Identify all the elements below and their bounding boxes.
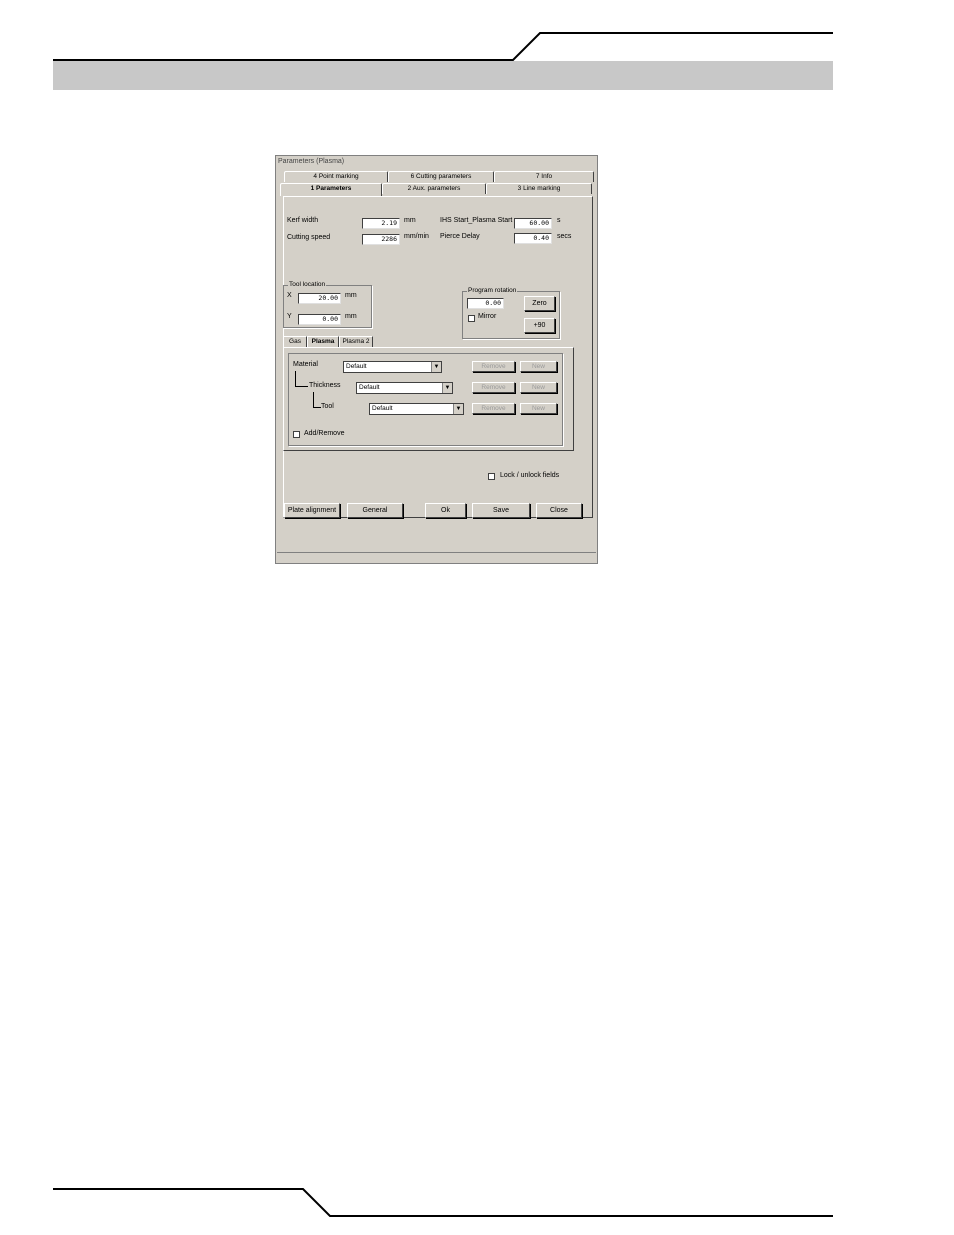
material-select[interactable]: Default ▼	[343, 361, 442, 373]
cutting-speed-unit: mm/min	[404, 233, 429, 240]
status-bar-divider	[277, 552, 596, 553]
tab-cutting-parameters[interactable]: 6 Cutting parameters	[388, 171, 494, 182]
parameters-dialog: Parameters (Plasma) 4 Point marking 6 Cu…	[275, 155, 598, 564]
tree-connector	[313, 392, 321, 408]
y-label: Y	[287, 313, 292, 320]
tab-aux-parameters[interactable]: 2 Aux. parameters	[382, 183, 486, 194]
zero-button[interactable]: Zero	[524, 296, 555, 311]
kerf-width-label: Kerf width	[287, 217, 319, 224]
add-remove-label: Add/Remove	[304, 430, 345, 437]
plus90-button[interactable]: +90	[524, 318, 555, 333]
mirror-checkbox[interactable]	[468, 315, 475, 322]
lock-checkbox[interactable]	[488, 473, 495, 480]
tool-value: Default	[372, 405, 393, 412]
kerf-width-unit: mm	[404, 217, 416, 224]
rotation-field[interactable]: 0.00	[467, 298, 504, 309]
pierce-delay-label: Pierce Delay	[440, 233, 480, 240]
material-remove-button[interactable]: Remove	[472, 361, 515, 372]
thickness-remove-button[interactable]: Remove	[472, 382, 515, 393]
tab-point-marking[interactable]: 4 Point marking	[284, 171, 388, 182]
material-new-button[interactable]: New	[520, 361, 557, 372]
material-label: Material	[293, 361, 318, 368]
tool-label: Tool	[321, 403, 334, 410]
thickness-label: Thickness	[309, 382, 341, 389]
mirror-label: Mirror	[478, 313, 497, 320]
x-unit: mm	[345, 292, 357, 299]
subtab-plasma-2[interactable]: Plasma 2	[339, 336, 373, 347]
tool-x-field[interactable]: 20.00	[298, 293, 341, 304]
subtab-gas[interactable]: Gas	[283, 336, 307, 347]
x-label: X	[287, 292, 292, 299]
tool-new-button[interactable]: New	[520, 403, 557, 414]
add-remove-checkbox[interactable]	[293, 431, 300, 438]
header-band	[53, 61, 833, 90]
thickness-value: Default	[359, 384, 380, 391]
tab-line-marking[interactable]: 3 Line marking	[486, 183, 592, 194]
tool-remove-button[interactable]: Remove	[472, 403, 515, 414]
cutting-speed-field[interactable]: 2286	[362, 234, 400, 245]
cutting-speed-label: Cutting speed	[287, 234, 331, 241]
ihs-start-field[interactable]: 60.00	[514, 218, 552, 229]
thickness-new-button[interactable]: New	[520, 382, 557, 393]
ok-button[interactable]: Ok	[425, 503, 466, 518]
program-rotation-label: Program rotation	[467, 287, 518, 294]
close-button[interactable]: Close	[536, 503, 582, 518]
subtab-plasma[interactable]: Plasma	[307, 336, 339, 347]
thickness-select[interactable]: Default ▼	[356, 382, 453, 394]
lock-label: Lock / unlock fields	[500, 472, 560, 479]
y-unit: mm	[345, 313, 357, 320]
chevron-down-icon[interactable]: ▼	[442, 383, 452, 393]
tree-connector	[295, 371, 308, 387]
tool-y-field[interactable]: 0.00	[298, 314, 341, 325]
tab-info[interactable]: 7 Info	[494, 171, 594, 182]
tool-select[interactable]: Default ▼	[369, 403, 464, 415]
chevron-down-icon[interactable]: ▼	[431, 362, 441, 372]
dialog-title: Parameters (Plasma)	[278, 158, 345, 165]
plate-alignment-button[interactable]: Plate alignment	[284, 503, 340, 518]
save-button[interactable]: Save	[472, 503, 530, 518]
pierce-delay-field[interactable]: 0.40	[514, 233, 552, 244]
ihs-start-label: IHS Start_Plasma Start	[440, 217, 513, 224]
ihs-start-unit: s	[557, 217, 561, 224]
kerf-width-field[interactable]: 2.19	[362, 218, 400, 229]
chevron-down-icon[interactable]: ▼	[453, 404, 463, 414]
general-button[interactable]: General	[347, 503, 403, 518]
tab-parameters[interactable]: 1 Parameters	[280, 183, 382, 196]
tool-location-label: Tool location	[288, 281, 327, 288]
material-value: Default	[346, 363, 367, 370]
pierce-delay-unit: secs	[557, 233, 572, 240]
